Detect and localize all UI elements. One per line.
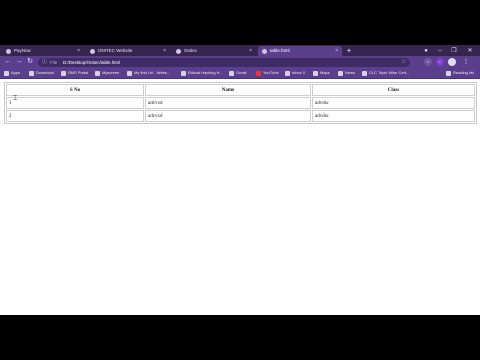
- tab-table-html[interactable]: table.html ×: [258, 46, 342, 56]
- bookmark-icon: [61, 71, 66, 76]
- cell-sno: 1: [6, 97, 144, 109]
- maps-icon: [313, 71, 318, 76]
- mouse-pointer-icon: ⌶: [13, 95, 18, 102]
- bookmark-download[interactable]: Download: [29, 68, 54, 78]
- bookmark-icon: [29, 71, 34, 76]
- back-icon[interactable]: ←: [3, 57, 13, 67]
- navigation-toolbar: ← → ↻ ⓘ File D:/Desktop/Onitec/table.htm…: [0, 56, 480, 68]
- address-bar[interactable]: ⓘ File D:/Desktop/Onitec/table.html ☆: [38, 57, 410, 67]
- address-scheme: File: [50, 59, 58, 65]
- cell-name: adcvxd: [145, 110, 311, 122]
- apps-grid-icon: [4, 71, 9, 76]
- gmail-icon: [229, 71, 234, 76]
- bookmark-clc-topic[interactable]: CLC Topic Wise Cert...: [362, 68, 409, 78]
- page-content: S No Name Class 1 adcvxd advdsc 2 adcvxd…: [0, 79, 480, 315]
- tab-favicon-icon: [90, 49, 95, 54]
- menu-icon[interactable]: ⋮: [462, 58, 470, 66]
- tab-onitec[interactable]: Onitec ×: [172, 46, 256, 56]
- column-header-name: Name: [145, 84, 311, 96]
- tab-favicon-icon: [176, 49, 181, 54]
- bookmark-ethical-hacking[interactable]: Ethical Hacking fr...: [181, 68, 222, 78]
- bookmark-maps[interactable]: Maps: [313, 68, 330, 78]
- bookmark-gmail[interactable]: Gmail: [229, 68, 246, 78]
- data-table: S No Name Class 1 adcvxd advdsc 2 adcvxd…: [4, 82, 477, 124]
- info-icon[interactable]: ⓘ: [42, 58, 47, 67]
- youtube-icon: [256, 71, 261, 76]
- table-row: 1 adcvxd advdsc: [6, 97, 475, 109]
- news-icon: [338, 71, 343, 76]
- bookmark-my-first-url[interactable]: My first Url - Webs...: [127, 68, 170, 78]
- table-row: 2 adcvxd advdsc: [6, 110, 475, 122]
- cell-name: adcvxd: [145, 97, 311, 109]
- inbox-icon: [285, 71, 290, 76]
- column-header-sno: S No: [6, 84, 144, 96]
- cell-sno: 2: [6, 110, 144, 122]
- minimize-icon[interactable]: –: [434, 46, 446, 56]
- bookmark-icon: [181, 71, 186, 76]
- table-header-row: S No Name Class: [6, 84, 475, 96]
- tab-favicon-icon: [6, 49, 11, 54]
- tab-label: Onitec: [184, 48, 198, 53]
- close-icon[interactable]: ×: [249, 46, 252, 56]
- reading-list-icon: [446, 71, 451, 76]
- tab-search-icon[interactable]: ●: [420, 46, 432, 56]
- bookmark-sms-portal[interactable]: SMS Portal: [61, 68, 88, 78]
- tab-label: PayNow: [14, 48, 31, 53]
- close-icon[interactable]: ×: [335, 46, 338, 56]
- bookmarks-bar: Apps Download SMS Portal Myscreen My fir…: [0, 68, 480, 79]
- browser-window: PayNow × ONITEC Website × Onitec × table…: [0, 45, 480, 315]
- close-icon[interactable]: ×: [77, 46, 80, 56]
- bookmark-icon: [95, 71, 100, 76]
- star-icon[interactable]: ☆: [402, 58, 406, 67]
- bookmark-reading-list[interactable]: Reading list: [446, 68, 474, 78]
- tab-label: ONITEC Website: [98, 48, 133, 53]
- address-url[interactable]: D:/Desktop/Onitec/table.html: [63, 58, 120, 67]
- bookmark-apps[interactable]: Apps: [4, 68, 20, 78]
- extension-icon[interactable]: ▪: [424, 58, 432, 66]
- bookmark-icon: [362, 71, 367, 76]
- window-close-icon[interactable]: ✕: [464, 46, 476, 56]
- bookmark-youtube[interactable]: YouTube: [256, 68, 279, 78]
- tab-label: table.html: [270, 48, 290, 53]
- reload-icon[interactable]: ↻: [25, 57, 35, 67]
- cell-class: advdsc: [312, 110, 475, 122]
- cell-class: advdsc: [312, 97, 475, 109]
- close-icon[interactable]: ×: [163, 46, 166, 56]
- new-tab-button[interactable]: +: [344, 46, 354, 56]
- bookmark-icon: [127, 71, 132, 76]
- bookmark-myscreen[interactable]: Myscreen: [95, 68, 119, 78]
- tab-paynow[interactable]: PayNow ×: [2, 46, 84, 56]
- tab-onitec-website[interactable]: ONITEC Website ×: [86, 46, 170, 56]
- maximize-icon[interactable]: ❐: [448, 46, 460, 56]
- bookmark-news[interactable]: News: [338, 68, 355, 78]
- tab-strip: PayNow × ONITEC Website × Onitec × table…: [0, 45, 480, 56]
- tab-favicon-icon: [262, 49, 267, 54]
- extension-icon[interactable]: ▪: [436, 58, 444, 66]
- bookmark-inbox[interactable]: Inbox 0: [285, 68, 305, 78]
- column-header-class: Class: [312, 84, 475, 96]
- forward-icon[interactable]: →: [14, 57, 24, 67]
- profile-icon[interactable]: [448, 58, 456, 66]
